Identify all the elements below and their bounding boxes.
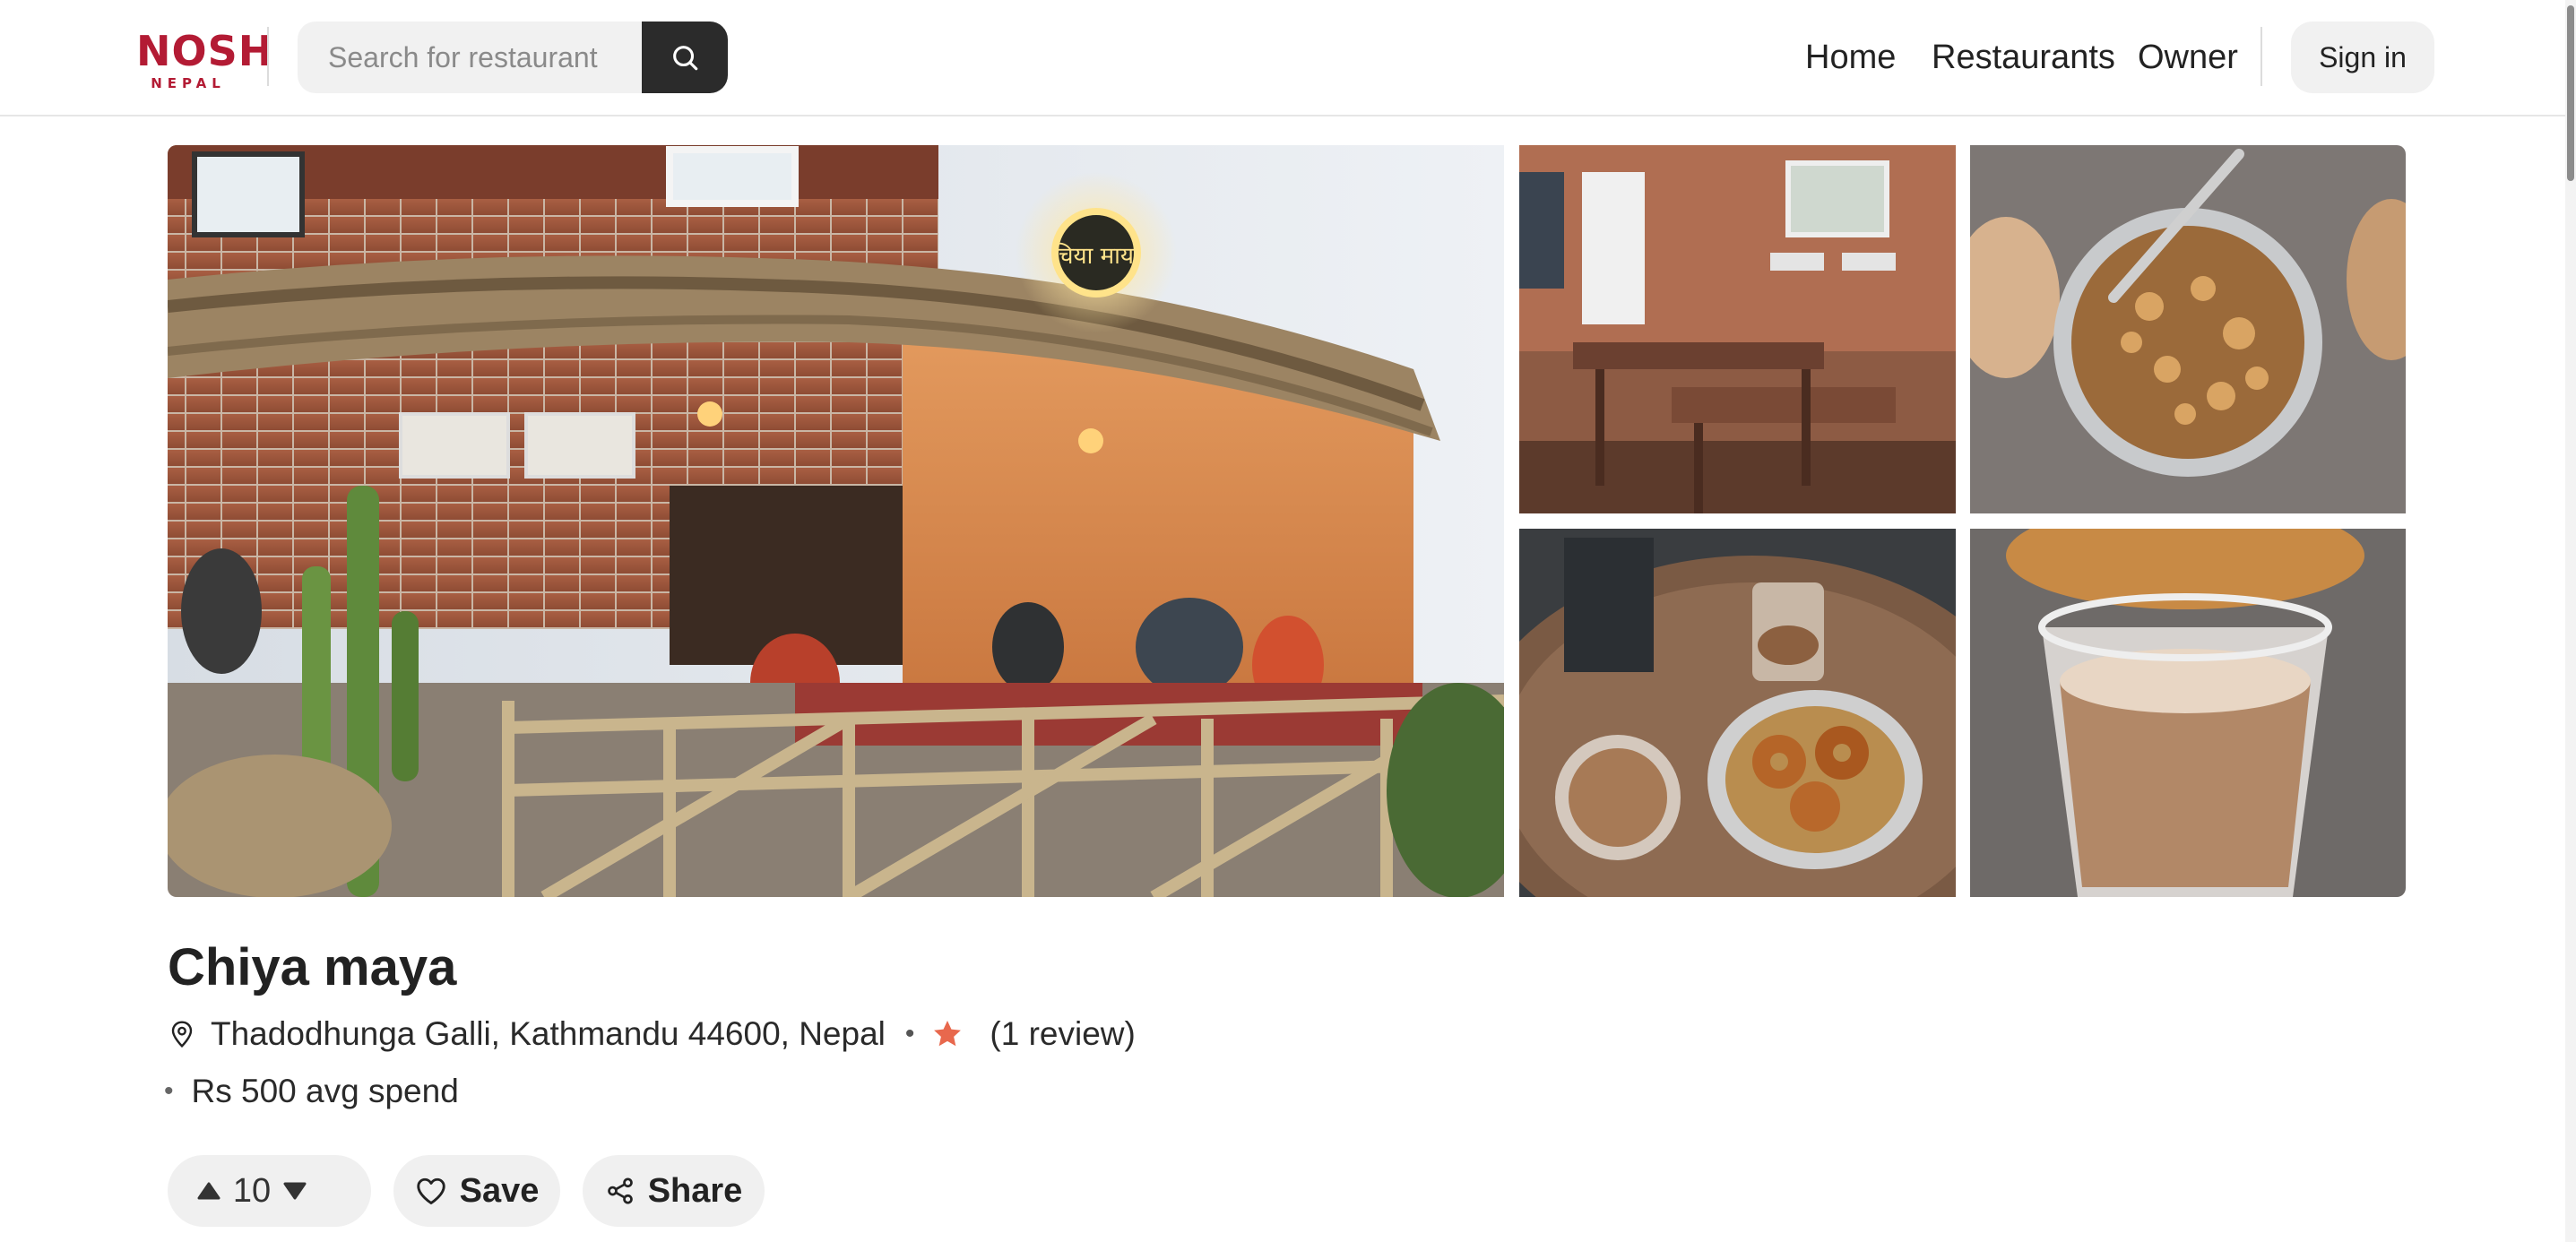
- review-count-link[interactable]: (1 review): [990, 1015, 1135, 1053]
- gallery-main-photo[interactable]: चिया माया: [168, 145, 1504, 897]
- snack-photo-image: [1970, 145, 2406, 513]
- share-button[interactable]: Share: [583, 1155, 765, 1227]
- top-navbar: NOSH NEPAL Home Restaurants Owner Sign i…: [0, 0, 2576, 116]
- share-icon: [607, 1177, 633, 1204]
- downvote-button[interactable]: [273, 1155, 316, 1227]
- search-input[interactable]: [298, 22, 642, 93]
- restaurant-address: Thadodhunga Galli, Kathmandu 44600, Nepa…: [211, 1015, 886, 1052]
- search-button[interactable]: [642, 22, 728, 93]
- sign-in-button[interactable]: Sign in: [2291, 22, 2434, 93]
- vote-control: 10: [168, 1155, 371, 1227]
- nav-restaurants-link[interactable]: Restaurants: [1932, 36, 2115, 79]
- scrollbar-thumb[interactable]: [2567, 5, 2574, 181]
- spend-bullet: •: [164, 1076, 174, 1106]
- search-icon: [673, 46, 698, 71]
- search-box: [298, 22, 642, 93]
- nosh-nepal-logo[interactable]: NOSH NEPAL: [136, 27, 274, 91]
- vote-count: 10: [232, 1171, 272, 1210]
- tea-donuts-photo-image: [1519, 529, 1956, 897]
- patio-photo-image: चिया माया: [168, 145, 1504, 897]
- logo-subtext: NEPAL: [151, 75, 226, 91]
- upvote-button[interactable]: [187, 1155, 230, 1227]
- header-divider: [267, 27, 269, 86]
- photo-gallery: चिया माया: [168, 145, 2406, 897]
- avg-spend-row: • Rs 500 avg spend: [164, 1068, 459, 1115]
- heart-icon: [416, 1177, 445, 1204]
- gallery-photo-tea-donuts[interactable]: [1519, 529, 1956, 897]
- logo-text: NOSH: [136, 27, 274, 75]
- gallery-photo-interior[interactable]: [1519, 145, 1956, 513]
- meta-separator: •: [904, 1019, 915, 1048]
- save-label: Save: [459, 1171, 540, 1210]
- nav-home-link[interactable]: Home: [1805, 36, 1896, 79]
- triangle-down-icon: [283, 1182, 307, 1200]
- star-icon: [930, 1017, 964, 1051]
- save-button[interactable]: Save: [393, 1155, 560, 1227]
- interior-photo-image: [1519, 145, 1956, 513]
- nav-owner-link[interactable]: Owner: [2138, 36, 2238, 79]
- triangle-up-icon: [197, 1182, 220, 1200]
- avg-spend: Rs 500 avg spend: [191, 1073, 459, 1109]
- gallery-photo-milk-tea[interactable]: [1970, 529, 2406, 897]
- sign-text: चिया माया: [1052, 242, 1141, 270]
- gallery-photo-snack[interactable]: [1970, 145, 2406, 513]
- restaurant-meta: Thadodhunga Galli, Kathmandu 44600, Nepa…: [168, 1011, 1136, 1057]
- page-scrollbar[interactable]: [2565, 0, 2576, 1242]
- restaurant-name: Chiya maya: [168, 938, 457, 996]
- nav-divider: [2260, 27, 2262, 86]
- share-label: Share: [647, 1171, 743, 1210]
- location-pin-icon: [168, 1018, 198, 1050]
- milk-tea-photo-image: [1970, 529, 2406, 897]
